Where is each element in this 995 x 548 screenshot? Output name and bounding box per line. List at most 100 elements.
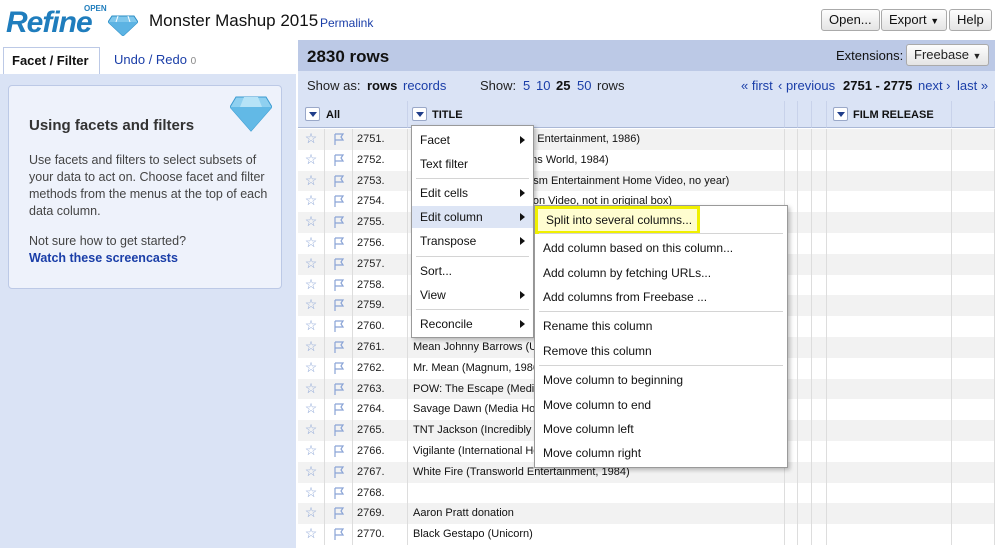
flag-icon[interactable] (325, 274, 353, 296)
flag-icon[interactable] (325, 295, 353, 317)
star-icon[interactable]: ☆ (298, 399, 325, 421)
menu-item-move-column-to-beginning[interactable]: Move column to beginning (535, 369, 787, 391)
column-menu-arrow-icon[interactable] (833, 107, 848, 121)
empty-cell[interactable] (785, 170, 798, 192)
flag-icon[interactable] (325, 149, 353, 171)
empty-cell[interactable] (798, 399, 812, 421)
extensions-freebase-button[interactable]: Freebase ▼ (906, 44, 990, 66)
empty-cell[interactable] (812, 316, 827, 337)
table-row[interactable]: ☆2751.Untold Story (Transworld Entertain… (298, 129, 995, 150)
table-row[interactable]: ☆2752.Aliens in the Family (Trans World,… (298, 149, 995, 171)
empty-cell[interactable] (798, 378, 812, 400)
export-button[interactable]: Export ▼ (881, 9, 948, 31)
empty-cell[interactable] (952, 316, 995, 337)
flag-icon[interactable] (325, 461, 353, 483)
project-title[interactable]: Monster Mashup 2015 (149, 11, 318, 31)
film-release-cell[interactable] (827, 191, 952, 213)
first-page-link[interactable]: « first (741, 78, 773, 93)
star-icon[interactable]: ☆ (298, 253, 325, 275)
film-release-cell[interactable] (827, 253, 952, 275)
column-header-blank[interactable] (952, 101, 995, 128)
empty-cell[interactable] (798, 357, 812, 379)
empty-cell[interactable] (785, 129, 798, 150)
empty-cell[interactable] (952, 482, 995, 504)
star-icon[interactable]: ☆ (298, 503, 325, 525)
empty-cell[interactable] (952, 191, 995, 213)
flag-icon[interactable] (325, 170, 353, 192)
flag-icon[interactable] (325, 378, 353, 400)
flag-icon[interactable] (325, 399, 353, 421)
empty-cell[interactable] (798, 337, 812, 358)
empty-cell[interactable] (812, 337, 827, 358)
empty-cell[interactable] (785, 149, 798, 171)
empty-cell[interactable] (812, 399, 827, 421)
flag-icon[interactable] (325, 441, 353, 462)
flag-icon[interactable] (325, 316, 353, 337)
menu-item-remove-this-column[interactable]: Remove this column (535, 340, 787, 362)
permalink-link[interactable]: Permalink (320, 16, 373, 30)
empty-cell[interactable] (812, 357, 827, 379)
empty-cell[interactable] (812, 274, 827, 296)
star-icon[interactable]: ☆ (298, 357, 325, 379)
empty-cell[interactable] (812, 503, 827, 525)
table-row[interactable]: ☆ 2768. (298, 482, 995, 504)
star-icon[interactable]: ☆ (298, 191, 325, 213)
empty-cell[interactable] (952, 503, 995, 525)
empty-cell[interactable] (812, 295, 827, 317)
film-release-cell[interactable] (827, 524, 952, 545)
star-icon[interactable]: ☆ (298, 274, 325, 296)
menu-item-move-column-to-end[interactable]: Move column to end (535, 394, 787, 416)
empty-cell[interactable] (952, 461, 995, 483)
flag-icon[interactable] (325, 482, 353, 504)
page-size-50[interactable]: 50 (577, 78, 591, 93)
film-release-cell[interactable] (827, 441, 952, 462)
title-cell[interactable]: Black Gestapo (Unicorn) (408, 524, 785, 545)
film-release-cell[interactable] (827, 212, 952, 233)
empty-cell[interactable] (798, 253, 812, 275)
empty-cell[interactable] (798, 212, 812, 233)
empty-cell[interactable] (812, 461, 827, 483)
column-header-film-release[interactable]: FILM RELEASE (827, 101, 952, 128)
star-icon[interactable]: ☆ (298, 337, 325, 358)
empty-cell[interactable] (952, 295, 995, 317)
flag-icon[interactable] (325, 233, 353, 254)
title-cell[interactable] (408, 482, 785, 504)
column-menu-arrow-icon[interactable] (305, 107, 320, 121)
empty-cell[interactable] (952, 441, 995, 462)
star-icon[interactable]: ☆ (298, 129, 325, 150)
film-release-cell[interactable] (827, 149, 952, 171)
flag-icon[interactable] (325, 253, 353, 275)
column-header-blank[interactable] (798, 101, 812, 128)
menu-item-add-column-based-on-this-column[interactable]: Add column based on this column... (535, 237, 787, 259)
star-icon[interactable]: ☆ (298, 295, 325, 317)
empty-cell[interactable] (952, 337, 995, 358)
tab-undo-redo[interactable]: Undo / Redo 0 (106, 47, 204, 75)
empty-cell[interactable] (798, 503, 812, 525)
empty-cell[interactable] (812, 420, 827, 441)
star-icon[interactable]: ☆ (298, 378, 325, 400)
film-release-cell[interactable] (827, 378, 952, 400)
last-page-link[interactable]: last » (957, 78, 988, 93)
star-icon[interactable]: ☆ (298, 316, 325, 337)
empty-cell[interactable] (812, 212, 827, 233)
star-icon[interactable]: ☆ (298, 482, 325, 504)
flag-icon[interactable] (325, 212, 353, 233)
empty-cell[interactable] (952, 357, 995, 379)
page-size-25[interactable]: 25 (556, 78, 570, 93)
empty-cell[interactable] (798, 295, 812, 317)
menu-item-facet[interactable]: Facet (412, 129, 533, 151)
menu-item-transpose[interactable]: Transpose (412, 230, 533, 252)
menu-item-add-column-by-fetching-urls[interactable]: Add column by fetching URLs... (535, 262, 787, 284)
empty-cell[interactable] (812, 233, 827, 254)
column-header-all[interactable]: All (298, 101, 408, 128)
empty-cell[interactable] (952, 129, 995, 150)
empty-cell[interactable] (952, 274, 995, 296)
show-as-rows[interactable]: rows (367, 78, 397, 93)
empty-cell[interactable] (798, 191, 812, 213)
empty-cell[interactable] (952, 378, 995, 400)
openrefine-logo[interactable]: Refine OPEN (6, 4, 138, 39)
empty-cell[interactable] (785, 524, 798, 545)
film-release-cell[interactable] (827, 274, 952, 296)
column-header-title[interactable]: TITLE (408, 101, 785, 128)
film-release-cell[interactable] (827, 461, 952, 483)
